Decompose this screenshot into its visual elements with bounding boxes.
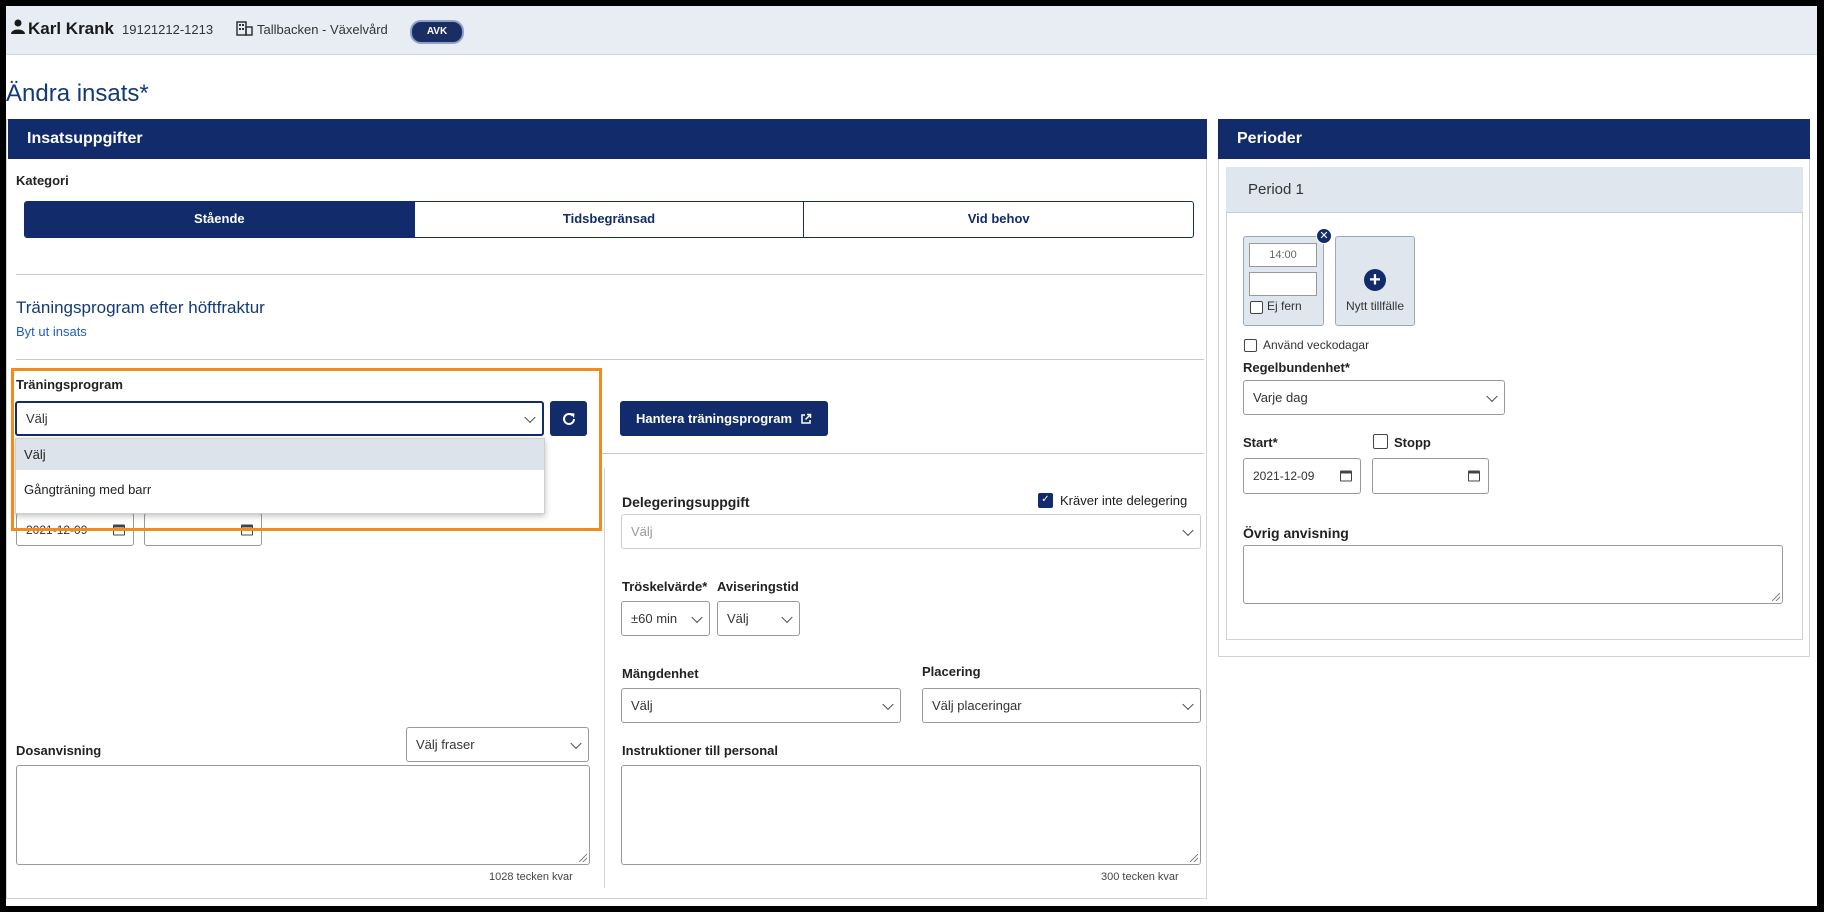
calendar-icon	[1340, 470, 1352, 482]
chevron-down-icon	[1182, 524, 1194, 536]
amount-label: Mängdenhet	[622, 666, 699, 681]
kategori-option-staende[interactable]: Stående	[25, 202, 415, 237]
perioder-panel-header: Perioder	[1218, 119, 1810, 159]
kategori-label: Kategori	[16, 173, 69, 188]
insats-panel-header: Insatsuppgifter	[8, 119, 1207, 159]
staff-instructions-label: Instruktioner till personal	[622, 743, 779, 758]
dose-label: Dosanvisning	[16, 743, 102, 758]
chevron-down-icon	[570, 737, 582, 749]
divider	[16, 359, 1204, 360]
chevron-down-icon	[781, 611, 793, 623]
ej-fern-checkbox[interactable]	[1250, 301, 1263, 314]
notify-label: Aviseringstid	[717, 579, 799, 594]
resize-grip[interactable]	[1190, 854, 1198, 862]
period-start-date-value: 2021-12-09	[1253, 469, 1315, 483]
placement-select-value: Välj placeringar	[932, 698, 1022, 713]
chevron-down-icon	[1182, 698, 1194, 710]
notify-select[interactable]: Välj	[717, 601, 800, 636]
dose-textarea[interactable]	[16, 765, 590, 865]
occasion-card: 14:00 Ej fern	[1243, 236, 1324, 326]
staff-counter: 300 tecken kvar	[1101, 871, 1179, 883]
remove-occasion-icon[interactable]: ✕	[1316, 228, 1332, 244]
period-stop-date-input[interactable]	[1372, 458, 1489, 494]
threshold-select[interactable]: ±60 min	[621, 601, 710, 636]
column-divider	[604, 468, 605, 888]
period-stop-label: Stopp	[1394, 435, 1431, 450]
staff-instructions-textarea[interactable]	[621, 765, 1201, 865]
manage-program-button[interactable]: Hantera träningsprogram	[620, 401, 828, 436]
amount-select-value: Välj	[631, 698, 653, 713]
delegering-select[interactable]: Välj	[621, 514, 1201, 549]
building-icon	[236, 21, 253, 36]
notify-select-value: Välj	[727, 611, 749, 626]
period-start-label: Start*	[1243, 435, 1278, 450]
stop-checkbox[interactable]	[1373, 434, 1388, 449]
kategori-segmented-control: Stående Tidsbegränsad Vid behov	[24, 201, 1194, 238]
no-delegation-label: Kräver inte delegering	[1060, 493, 1188, 508]
manage-program-label: Hantera träningsprogram	[635, 411, 793, 426]
weekdays-checkbox[interactable]	[1244, 339, 1257, 352]
chevron-down-icon	[882, 698, 894, 710]
ej-fern-label: Ej fern	[1267, 299, 1302, 313]
regularity-select-value: Varje dag	[1253, 390, 1308, 405]
focus-highlight	[11, 368, 602, 531]
divider	[16, 274, 1204, 275]
unit-name: Tallbacken - Växelvård	[257, 22, 388, 37]
app-frame: Karl Krank 19121212-1213 Tallbacken - Vä…	[6, 6, 1817, 906]
patient-name: Karl Krank	[28, 19, 114, 38]
divider	[601, 453, 1204, 454]
period-start-date-input[interactable]: 2021-12-09	[1243, 458, 1361, 494]
placement-select[interactable]: Välj placeringar	[922, 688, 1201, 723]
chevron-down-icon	[1486, 390, 1498, 402]
threshold-label: Tröskelvärde*	[622, 579, 708, 594]
status-badge[interactable]: AVK	[410, 20, 464, 44]
new-occasion-button[interactable]: + Nytt tillfälle	[1335, 236, 1415, 326]
dose-counter: 1028 tecken kvar	[489, 871, 573, 883]
regularity-select[interactable]: Varje dag	[1243, 380, 1505, 415]
dose-phrase-select[interactable]: Välj fraser	[406, 727, 589, 762]
kategori-option-tidsbegransad[interactable]: Tidsbegränsad	[415, 202, 805, 237]
dose-phrase-select-value: Välj fraser	[416, 737, 475, 752]
period-title: Period 1	[1226, 167, 1803, 213]
threshold-select-value: ±60 min	[631, 611, 678, 626]
kategori-option-vid-behov[interactable]: Vid behov	[804, 202, 1193, 237]
regularity-label: Regelbundenhet*	[1243, 360, 1350, 375]
resize-grip[interactable]	[1772, 593, 1780, 601]
page-title: Ändra insats*	[6, 80, 149, 107]
weekdays-label: Använd veckodagar	[1263, 338, 1370, 352]
external-link-icon	[801, 413, 812, 424]
placement-label: Placering	[922, 664, 981, 679]
new-occasion-label: Nytt tillfälle	[1345, 299, 1404, 313]
resize-grip[interactable]	[579, 854, 587, 862]
calendar-icon	[1468, 470, 1480, 482]
occasion-second-input[interactable]	[1249, 272, 1317, 296]
other-instructions-textarea[interactable]	[1243, 545, 1783, 604]
amount-select[interactable]: Välj	[621, 688, 901, 723]
insats-name: Träningsprogram efter höftfraktur	[16, 298, 265, 317]
plus-icon: +	[1364, 269, 1386, 291]
replace-insats-link[interactable]: Byt ut insats	[16, 324, 87, 339]
delegering-label: Delegeringsuppgift	[622, 494, 750, 510]
occasion-time-input[interactable]: 14:00	[1249, 243, 1317, 267]
patient-id: 19121212-1213	[122, 22, 214, 37]
chevron-down-icon	[691, 611, 703, 623]
patient-header: Karl Krank 19121212-1213 Tallbacken - Vä…	[6, 6, 1817, 55]
no-delegation-checkbox[interactable]: ✓	[1038, 493, 1053, 508]
delegering-select-value: Välj	[631, 524, 653, 539]
person-icon	[11, 19, 25, 34]
other-instructions-label: Övrig anvisning	[1243, 525, 1349, 541]
